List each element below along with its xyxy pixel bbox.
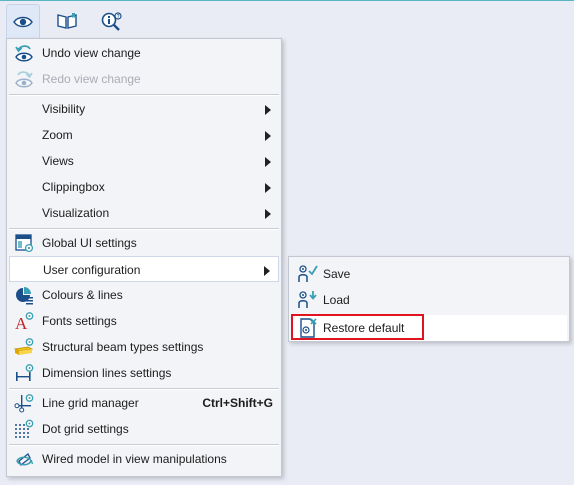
highlight-annotation-box	[291, 314, 424, 340]
menu-item-label: Global UI settings	[42, 236, 137, 250]
submenu-item-save[interactable]: Save	[291, 261, 567, 287]
submenu-arrow-icon	[265, 157, 271, 167]
view-dropdown-menu: Undo view change Redo view change Visibi…	[6, 38, 282, 477]
menu-item-visualization[interactable]: Visualization	[9, 200, 279, 226]
menu-item-label: Line grid manager	[42, 396, 139, 410]
menu-item-label: Dimension lines settings	[42, 366, 172, 380]
menu-item-dot-grid-settings[interactable]: Dot grid settings	[9, 416, 279, 442]
menu-item-label: Fonts settings	[42, 314, 117, 328]
toolbar: ?	[0, 1, 574, 39]
menu-item-label: Structural beam types settings	[42, 340, 204, 354]
book-icon	[57, 13, 77, 29]
submenu-arrow-icon	[265, 209, 271, 219]
menu-item-label: Wired model in view manipulations	[42, 452, 227, 466]
menu-item-dimension-lines-settings[interactable]: Dimension lines settings	[9, 360, 279, 386]
menu-item-label: Undo view change	[42, 46, 141, 60]
info-search-button[interactable]: ?	[94, 4, 128, 38]
menu-item-label: Redo view change	[42, 72, 141, 86]
info-search-icon: ?	[101, 12, 122, 31]
wired-model-icon	[13, 449, 35, 469]
undo-view-icon	[13, 43, 35, 63]
menu-item-fonts-settings[interactable]: A Fonts settings	[9, 308, 279, 334]
view-menu-button[interactable]	[6, 4, 40, 38]
menu-item-label: Dot grid settings	[42, 422, 129, 436]
submenu-item-load[interactable]: Load	[291, 287, 567, 313]
submenu-item-restore-default[interactable]: Restore default	[291, 314, 567, 341]
menu-item-label: Visualization	[42, 206, 110, 220]
menu-item-visibility[interactable]: Visibility	[9, 96, 279, 122]
user-save-icon	[297, 264, 319, 284]
menu-item-label: Zoom	[42, 128, 73, 142]
submenu-arrow-icon	[265, 105, 271, 115]
menu-item-line-grid-manager[interactable]: Line grid manager Ctrl+Shift+G	[9, 390, 279, 416]
submenu-arrow-icon	[265, 131, 271, 141]
submenu-item-label: Save	[323, 267, 351, 281]
menu-item-redo-view-change[interactable]: Redo view change	[9, 66, 279, 92]
menu-item-wired-model[interactable]: Wired model in view manipulations	[9, 446, 279, 472]
window-settings-icon	[13, 233, 35, 253]
menu-item-colours-lines[interactable]: Colours & lines	[9, 282, 279, 308]
redo-view-icon	[13, 69, 35, 89]
menu-item-undo-view-change[interactable]: Undo view change	[9, 40, 279, 66]
svg-text:?: ?	[117, 14, 120, 20]
menu-item-label: User configuration	[43, 263, 141, 277]
menu-item-structural-beam-types[interactable]: Structural beam types settings	[9, 334, 279, 360]
help-book-button[interactable]	[50, 4, 84, 38]
submenu-arrow-icon	[264, 266, 270, 276]
menu-item-label: Views	[42, 154, 74, 168]
dimension-lines-icon	[13, 363, 35, 383]
menu-item-label: Visibility	[42, 102, 86, 116]
beam-settings-icon	[13, 337, 35, 357]
colours-lines-icon	[13, 285, 35, 305]
menu-item-label: Clippingbox	[42, 180, 105, 194]
dot-grid-icon	[13, 419, 35, 439]
user-load-icon	[297, 290, 319, 310]
menu-item-zoom[interactable]: Zoom	[9, 122, 279, 148]
menu-item-user-configuration[interactable]: User configuration	[9, 256, 279, 282]
menu-item-global-ui-settings[interactable]: Global UI settings	[9, 230, 279, 256]
submenu-arrow-icon	[265, 183, 271, 193]
keyboard-shortcut: Ctrl+Shift+G	[202, 396, 273, 410]
user-configuration-submenu: Save Load Restore default	[288, 256, 570, 342]
submenu-item-label: Load	[323, 293, 350, 307]
font-settings-icon: A	[13, 311, 35, 331]
line-grid-icon	[13, 393, 35, 413]
eye-icon	[13, 16, 33, 27]
menu-item-label: Colours & lines	[42, 288, 123, 302]
menu-item-clippingbox[interactable]: Clippingbox	[9, 174, 279, 200]
menu-item-views[interactable]: Views	[9, 148, 279, 174]
